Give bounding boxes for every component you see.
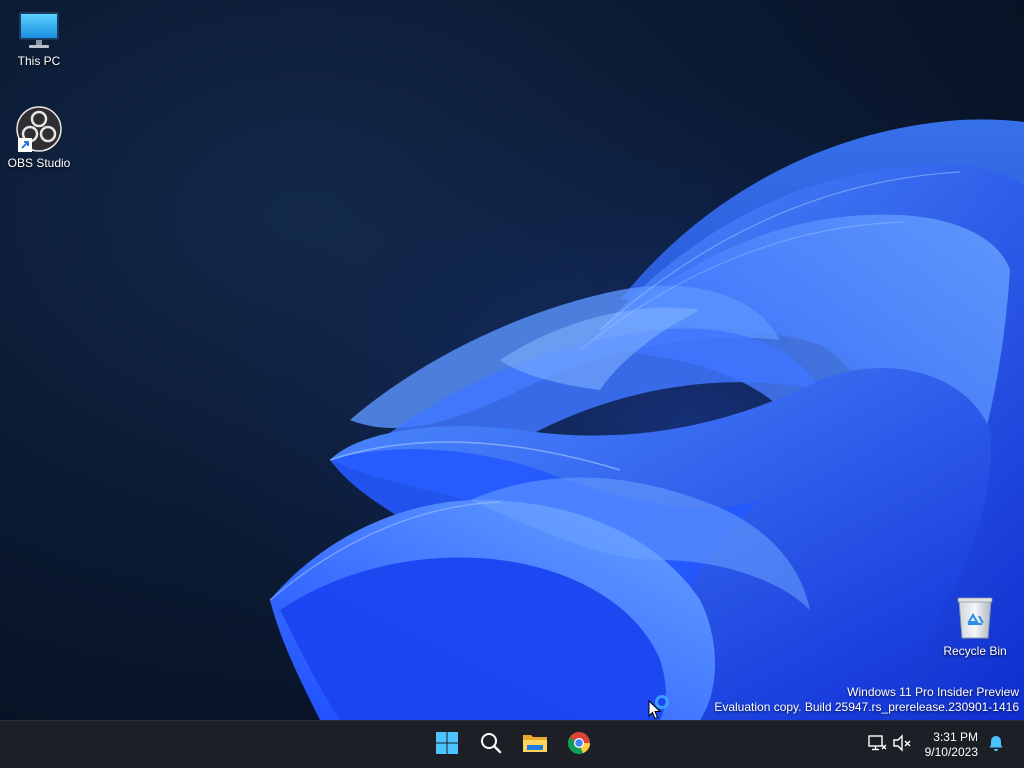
chrome-button[interactable]	[559, 725, 599, 765]
bell-icon	[987, 734, 1005, 757]
mouse-pointer-icon	[648, 700, 662, 720]
shortcut-arrow-icon	[18, 138, 32, 152]
network-disconnected-icon	[867, 733, 887, 758]
desktop-icon-label: OBS Studio	[7, 156, 71, 170]
desktop-icon-label: Recycle Bin	[943, 644, 1007, 658]
taskbar: 3:31 PM 9/10/2023	[0, 720, 1024, 768]
clock-date: 9/10/2023	[924, 745, 978, 759]
evaluation-watermark: Windows 11 Pro Insider Preview Evaluatio…	[714, 685, 1019, 715]
file-explorer-button[interactable]	[515, 725, 555, 765]
volume-muted-icon	[892, 733, 912, 758]
start-button[interactable]	[427, 725, 467, 765]
desktop-icon-label: This PC	[17, 54, 61, 68]
obs-icon	[16, 106, 62, 152]
taskbar-clock[interactable]: 3:31 PM 9/10/2023	[918, 730, 978, 760]
monitor-icon	[17, 10, 61, 50]
desktop: This PC OBS Studio Recycle Bin Windows 1…	[0, 0, 1024, 720]
desktop-icon-obs-studio[interactable]: OBS Studio	[1, 106, 77, 170]
clock-time: 3:31 PM	[933, 730, 978, 744]
desktop-icon-this-pc[interactable]: This PC	[1, 10, 77, 68]
windows-start-icon	[435, 731, 459, 760]
folder-icon	[522, 731, 548, 760]
bloom-wallpaper	[0, 0, 1024, 720]
volume-button[interactable]	[890, 733, 914, 757]
network-status-button[interactable]	[865, 733, 889, 757]
desktop-icon-recycle-bin[interactable]: Recycle Bin	[937, 596, 1013, 658]
search-button[interactable]	[471, 725, 511, 765]
watermark-edition: Windows 11 Pro Insider Preview	[847, 685, 1019, 699]
watermark-build: Evaluation copy. Build 25947.rs_prerelea…	[714, 700, 1019, 714]
chrome-icon	[567, 731, 591, 760]
search-icon	[479, 731, 503, 760]
notifications-button[interactable]	[984, 733, 1008, 757]
recycle-bin-icon	[955, 596, 995, 640]
